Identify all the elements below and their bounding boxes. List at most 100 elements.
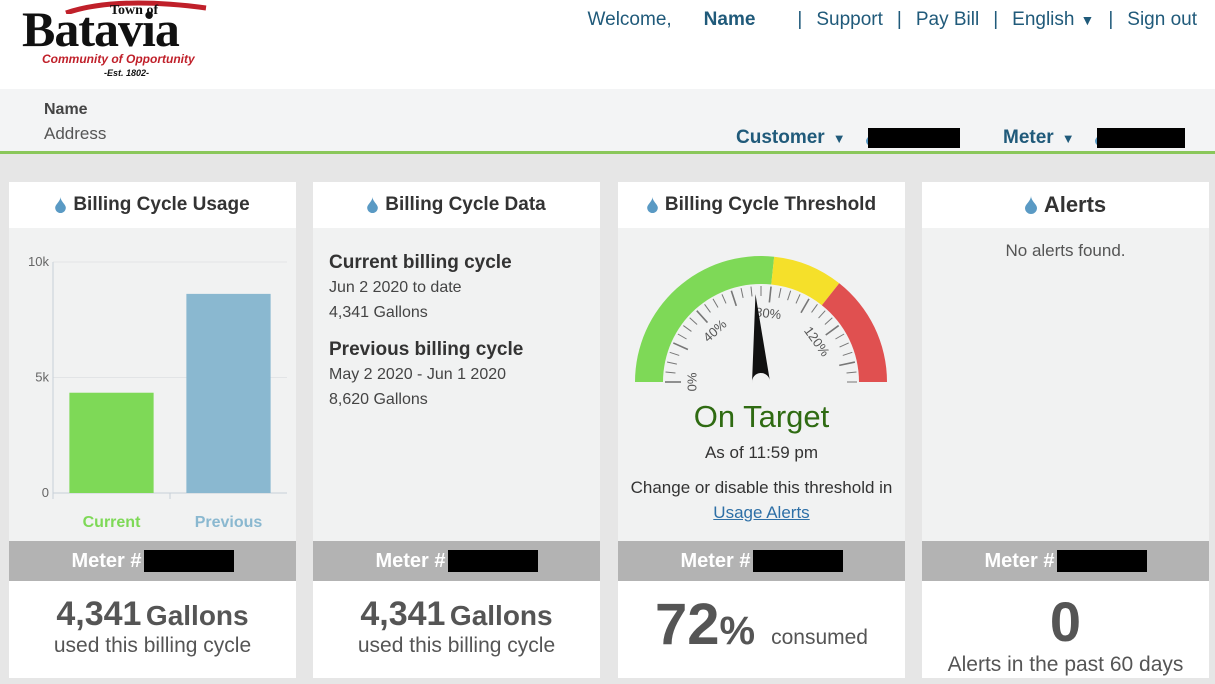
card-header: Billing Cycle Usage [9,182,296,228]
water-drop-icon [367,197,379,213]
gauge-tick [740,287,744,298]
card-title: Billing Cycle Data [385,194,546,215]
gauge-tick [750,286,753,297]
card-title: Alerts [1043,192,1107,217]
alerts-subtitle: Alerts in the past 60 days [947,653,1184,676]
language-label: English [1012,9,1075,30]
logo-tagline: Community of Opportunity [42,52,195,66]
alerts-card: Alerts No alerts found. Meter # 0 Alerts… [922,182,1209,678]
sign-out-link[interactable]: Sign out [1127,9,1197,31]
usage-alerts-link[interactable]: Usage Alerts [618,503,905,523]
meter-bar: Meter # [313,541,600,581]
meter-label: Meter # [984,549,1055,572]
account-bar: Name Address Customer ▼ Meter ▼ [0,89,1215,154]
water-drop-icon [55,197,67,213]
percent-consumed-value: 72 [655,592,720,657]
gauge-tick [689,317,698,325]
gauge-tick [677,333,687,340]
card-footer: 4,341 Gallons used this billing cycle [313,581,600,678]
x-tick-label: Current [83,514,141,531]
gauge-tick [712,298,719,308]
language-dropdown[interactable]: English ▼ [1012,9,1094,31]
threshold-as-of: As of 11:59 pm [704,443,819,462]
card-footer: 72 % consumed [618,581,905,678]
gauge-tick [846,371,857,374]
gauge-tick [665,371,676,374]
gauge-tick [683,325,692,332]
gauge-tick-label: 120% [801,324,833,360]
card-title: Billing Cycle Usage [73,194,250,215]
gauge-tick [730,290,738,307]
account-name: Name [44,101,88,118]
customer-number-redacted [867,128,960,148]
nav-separator: | [896,9,902,30]
support-link[interactable]: Support [816,9,883,31]
gauge-tick [835,333,845,340]
meter-number-redacted [1096,128,1185,148]
user-name-hidden [755,10,784,30]
caret-down-icon: ▼ [1080,12,1095,28]
previous-cycle-period: May 2 2020 - Jun 1 2020 [329,366,507,383]
gauge-tick [666,361,677,365]
meter-bar: Meter # [618,541,905,581]
top-bar: Town of Batavia Community of Opportunity… [0,0,1215,89]
billing-cycle-threshold-card: Billing Cycle Threshold 0% 40% 80% 120% On … [618,182,905,678]
water-drop-icon [1024,196,1037,214]
customer-selector[interactable]: Customer ▼ [736,127,960,149]
previous-cycle-amount: 8,620 Gallons [329,391,428,408]
meter-number-redacted [1056,550,1147,572]
bar-previous[interactable] [186,293,271,493]
customer-label: Customer [736,127,825,148]
logo-town-name: Batavia [22,1,180,57]
gauge-tick [669,351,680,356]
current-cycle-period: Jun 2 2020 to date [329,279,462,296]
gauge-tick [795,294,801,304]
current-cycle-amount: 4,341 Gallons [329,304,428,321]
bar-current[interactable] [69,392,154,493]
meter-label: Meter # [680,549,751,572]
billing-cycle-details: Current billing cycle Jun 2 2020 to date… [329,250,523,412]
no-alerts-message: No alerts found. [1005,241,1126,260]
logo-established: -Est. 1802- [104,68,150,78]
card-header: Alerts [922,182,1209,228]
current-cycle-heading: Current billing cycle [329,252,512,273]
pay-bill-link[interactable]: Pay Bill [916,9,979,31]
water-drop-icon [647,197,658,213]
meter-number-redacted [143,550,234,572]
card-title: Billing Cycle Threshold [664,194,877,215]
usage-amount: 4,341 [56,595,142,633]
meter-selector[interactable]: Meter ▼ [1003,127,1185,149]
y-tick-label: 10k [28,254,49,269]
card-header: Billing Cycle Threshold [618,182,905,228]
y-tick-label: 0 [42,485,49,500]
usage-bar-chart[interactable]: 0 5k 10k Current Previous [9,228,296,541]
threshold-status: On Target [693,399,830,434]
usage-amount: 4,341 [360,595,446,633]
usage-subtitle: used this billing cycle [357,634,556,657]
gauge-tick [778,287,782,298]
billing-cycle-data-card: Billing Cycle Data Current billing cycle… [313,182,600,678]
x-tick-label: Previous [195,514,263,531]
gauge-tick [824,317,833,325]
percent-sign: % [719,609,756,653]
meter-bar: Meter # [9,541,296,581]
previous-cycle-heading: Previous billing cycle [329,339,524,360]
threshold-gauge: 0%40%80%120% [635,256,887,391]
card-header: Billing Cycle Data [313,182,600,228]
meter-number-redacted [447,550,538,572]
welcome-text: Welcome, [587,9,672,30]
y-tick-label: 5k [35,370,49,385]
gauge-tick-label: 0% [684,372,699,391]
threshold-change-text: Change or disable this threshold in [630,478,893,497]
card-footer: 0 Alerts in the past 60 days [922,581,1209,678]
gauge-tick [768,286,772,303]
gauge-tick [839,342,849,348]
gauge-zone-red [821,283,887,382]
caret-down-icon: ▼ [832,130,846,146]
gauge-tick [839,361,856,367]
gauge-tick [787,290,792,301]
meter-bar: Meter # [922,541,1209,581]
consumed-label: consumed [771,626,868,649]
town-logo[interactable]: Town of Batavia Community of Opportunity… [22,0,232,84]
gauge-tick [704,304,711,313]
